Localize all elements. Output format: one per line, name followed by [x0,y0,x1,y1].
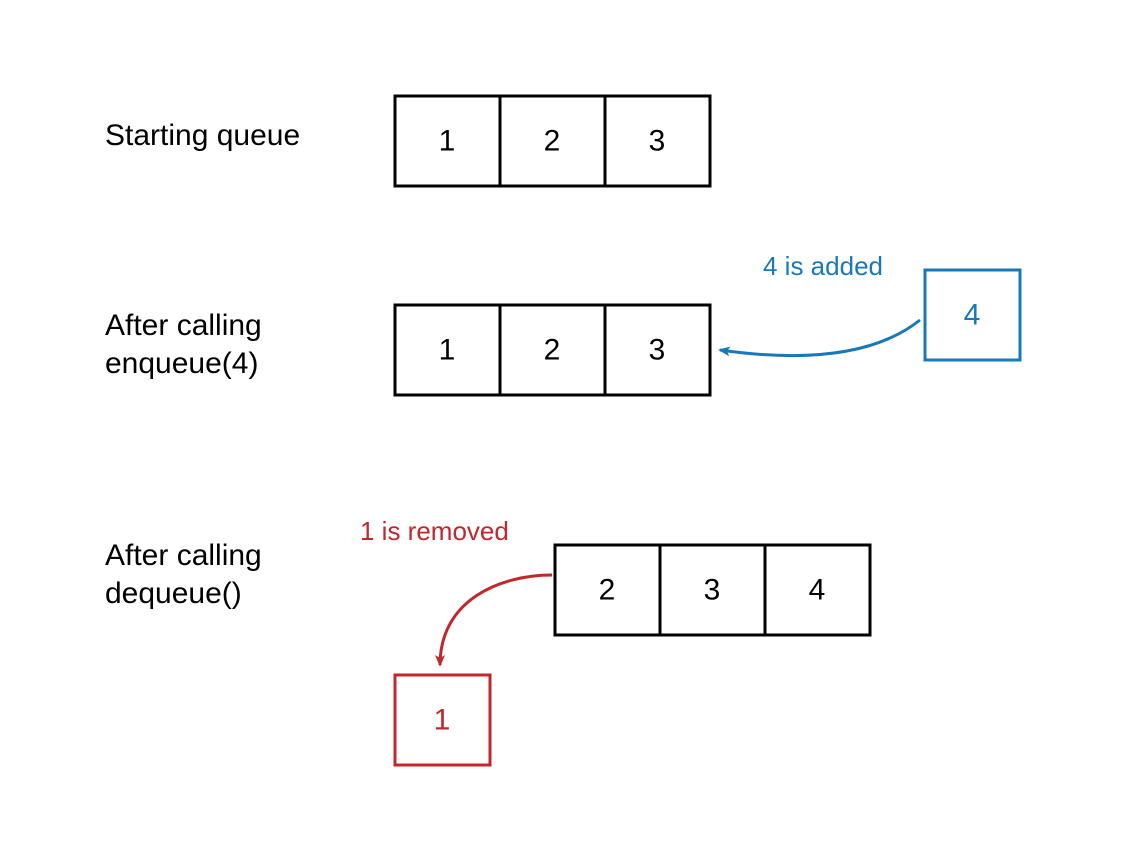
queue-operations-diagram: Starting queue 1 2 3 After calling enque… [0,0,1125,863]
incoming-cell-value: 4 [964,299,981,332]
queue-cell-value: 2 [544,334,561,367]
queue-cell-value: 2 [599,574,616,607]
arrow-dequeue [440,575,552,665]
removed-element-box: 1 [395,675,490,765]
stage-after-dequeue: After calling dequeue() 1 is removed 2 3… [105,516,870,765]
annotation-added: 4 is added [763,251,883,281]
label-after-dequeue-line1: After calling [105,539,262,572]
label-starting-queue: Starting queue [105,119,300,152]
queue-cell-value: 1 [439,125,456,158]
queue-cell-value: 3 [649,125,666,158]
stage-after-enqueue: After calling enqueue(4) 1 2 3 4 is adde… [105,251,1020,395]
queue-cell-value: 2 [544,125,561,158]
queue-cell-value: 4 [809,574,826,607]
after-enqueue-queue-boxes: 1 2 3 [395,305,710,395]
arrow-enqueue [720,320,920,356]
label-after-enqueue-line2: enqueue(4) [105,347,258,380]
stage-starting: Starting queue 1 2 3 [105,96,710,186]
label-after-enqueue-line1: After calling [105,309,262,342]
annotation-removed: 1 is removed [360,516,509,546]
queue-cell-value: 3 [649,334,666,367]
starting-queue-boxes: 1 2 3 [395,96,710,186]
removed-cell-value: 1 [434,704,451,737]
label-after-dequeue-line2: dequeue() [105,577,242,610]
queue-cell-value: 1 [439,334,456,367]
incoming-element-box: 4 [925,270,1020,360]
queue-cell-value: 3 [704,574,721,607]
after-dequeue-queue-boxes: 2 3 4 [555,545,870,635]
